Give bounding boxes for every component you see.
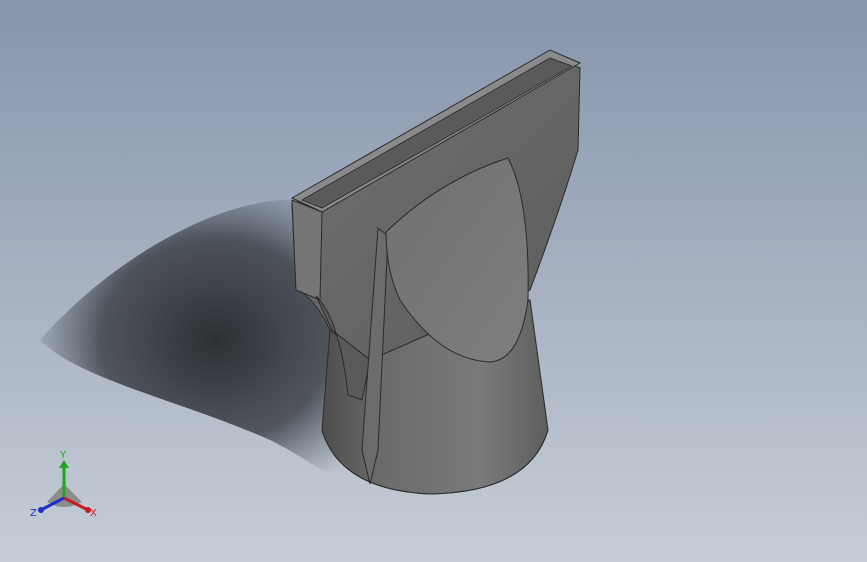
z-axis-label: Z	[30, 508, 37, 519]
reference-triad[interactable]: Y X Z	[22, 446, 106, 526]
z-axis-tip-icon	[38, 507, 44, 513]
y-axis-label: Y	[59, 450, 67, 461]
x-axis-label: X	[90, 508, 97, 519]
nozzle-end-cap[interactable]	[291, 199, 323, 301]
graphics-viewport[interactable]: Y X Z	[0, 0, 867, 562]
y-axis-arrow-icon	[59, 460, 69, 468]
model-scene[interactable]	[0, 0, 867, 562]
